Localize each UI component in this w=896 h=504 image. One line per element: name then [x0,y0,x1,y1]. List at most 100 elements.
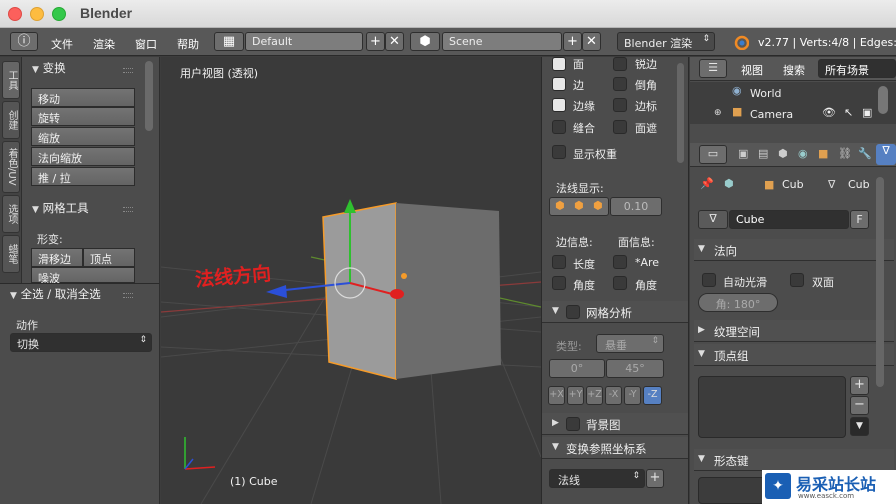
rotate-button[interactable]: 旋转 [31,107,135,126]
tab-shading-uv[interactable]: 着色/UV [2,141,20,193]
faces-checkbox[interactable] [552,57,566,71]
overhang-min-field[interactable]: 0° [549,359,605,378]
double-sided-checkbox[interactable] [790,273,804,287]
seams-checkbox[interactable] [552,98,566,112]
vertex-group-specials-button[interactable]: ▼ [850,417,869,436]
menu-file[interactable]: 文件 [51,36,73,52]
edge-length-checkbox[interactable] [552,255,566,269]
tab-create[interactable]: 创建 [2,101,20,139]
vertex-groups-list[interactable] [698,376,846,438]
noise-button[interactable]: 噪波 [31,267,135,285]
editor-type-info-icon[interactable]: ⓘ [10,32,38,51]
scale-button[interactable]: 缩放 [31,127,135,146]
menu-window[interactable]: 窗口 [135,36,157,52]
tab-options[interactable]: 选项 [2,195,20,233]
bevel-checkbox[interactable] [613,77,627,91]
mesh-datablock-icon[interactable]: ∇ [698,210,728,229]
translate-button[interactable]: 移动 [31,88,135,107]
axis-neg-z-button[interactable]: -Z [643,386,662,405]
outliner-world[interactable]: World [750,87,782,100]
sharp-checkbox[interactable] [613,57,627,71]
remove-layout-icon[interactable]: ✕ [385,32,404,51]
add-orientation-button[interactable]: + [646,469,664,488]
add-layout-icon[interactable]: + [366,32,385,51]
outliner-menu-view[interactable]: 视图 [741,62,763,78]
axis-pos-y-button[interactable]: +Y [567,386,584,405]
world-tab-icon[interactable]: ◉ [798,147,808,160]
properties-editor-icon[interactable]: ▭ [699,145,727,164]
remove-scene-icon[interactable]: ✕ [582,32,601,51]
constraints-tab-icon[interactable]: ⛓ [838,147,852,160]
vertex-groups-header[interactable]: ▼ 顶点组 [694,344,894,366]
menu-render[interactable]: 渲染 [93,36,115,52]
mesh-name-field[interactable]: Cube [729,210,849,229]
panel-grip-icon[interactable] [123,68,133,73]
face-area-info-checkbox[interactable] [613,255,627,269]
orientation-select[interactable]: 法线 ⇕ [549,469,645,488]
minimize-window-button[interactable] [30,7,44,21]
menu-help[interactable]: 帮助 [177,36,199,52]
face-angle-checkbox[interactable] [613,276,627,290]
select-arrow-icon[interactable]: ↖ [844,106,853,119]
crease-checkbox[interactable] [552,120,566,134]
panel-grip-icon[interactable] [123,207,133,212]
object-tab-icon[interactable]: ■ [818,147,828,160]
texture-space-header[interactable]: ▶ 纹理空间 [694,320,894,342]
display-mode-select[interactable]: 所有场景 [818,59,896,78]
overhang-max-field[interactable]: 45° [606,359,664,378]
breadcrumb-object[interactable]: Cub [782,178,804,191]
shrink-fatten-button[interactable]: 法向缩放 [31,147,135,166]
transform-orientations-header[interactable]: ▼ 变换参照坐标系 [542,437,688,459]
edge-marks-checkbox[interactable] [613,98,627,112]
tab-grease-pencil[interactable]: 蜡笔 [2,235,20,273]
visibility-eye-icon[interactable]: 👁 [822,106,836,119]
mesh-tools-panel-title[interactable]: ▼ 网格工具 [32,200,89,216]
transform-panel-title[interactable]: ▼ 变换 [32,60,66,76]
screen-layout-icon[interactable]: ▦ [214,32,244,51]
outliner-menu-search[interactable]: 搜索 [783,62,805,78]
add-vertex-group-button[interactable]: + [850,376,869,395]
mesh-data-tab-icon[interactable]: ∇ [876,144,896,165]
normals-panel-header[interactable]: ▼ 法向 [694,239,894,261]
edges-checkbox[interactable] [552,77,566,91]
axis-pos-x-button[interactable]: +X [548,386,565,405]
tab-tools[interactable]: 工具 [2,61,20,99]
action-select[interactable]: 切换 ⇕ [10,333,152,352]
analysis-type-select[interactable]: 悬垂 ⇕ [596,334,664,353]
close-window-button[interactable] [8,7,22,21]
render-tab-icon[interactable]: ▣ [738,147,748,160]
shape-keys-header[interactable]: ▼ 形态键 [694,449,894,471]
add-scene-icon[interactable]: + [563,32,582,51]
screen-layout-field[interactable]: Default [245,32,363,51]
panel-grip-icon[interactable] [123,293,133,298]
auto-smooth-checkbox[interactable] [702,273,716,287]
remove-vertex-group-button[interactable]: − [850,396,869,415]
mesh-analysis-checkbox[interactable] [566,305,580,319]
panel-scrollbar[interactable] [677,63,684,163]
breadcrumb-mesh[interactable]: Cub [848,178,870,191]
scene-icon[interactable]: ⬢ [410,32,440,51]
modifiers-tab-icon[interactable]: 🔧 [858,147,872,160]
outliner-editor-icon[interactable]: ☰ [699,59,727,78]
mesh-analysis-header[interactable]: ▼ 网格分析 [542,301,688,323]
properties-scrollbar[interactable] [876,177,884,387]
toolshelf-scrollbar[interactable] [145,61,153,131]
vertex-slide-button[interactable]: 顶点 [83,248,135,267]
maximize-window-button[interactable] [52,7,66,21]
outliner-camera[interactable]: Camera [750,108,793,121]
push-pull-button[interactable]: 推 / 拉 [31,167,135,186]
axis-neg-x-button[interactable]: -X [605,386,622,405]
axis-neg-y-button[interactable]: -Y [624,386,641,405]
scene-field[interactable]: Scene [442,32,562,51]
fake-user-button[interactable]: F [850,210,869,229]
scene-tab-icon[interactable]: ⬢ [778,147,788,160]
show-weights-checkbox[interactable] [552,145,566,159]
background-images-header[interactable]: ▶ 背景图 [542,413,688,435]
normal-size-field[interactable]: 0.10 [610,197,662,216]
render-layers-tab-icon[interactable]: ▤ [758,147,768,160]
3d-viewport[interactable]: 用户视图 (透视) 法线方向 (1) Cube [161,57,541,504]
background-images-checkbox[interactable] [566,417,580,431]
edge-angle-checkbox[interactable] [552,276,566,290]
operator-title[interactable]: ▼ 全选 / 取消全选 [10,286,101,302]
smooth-angle-field[interactable]: 角: 180° [698,293,778,312]
